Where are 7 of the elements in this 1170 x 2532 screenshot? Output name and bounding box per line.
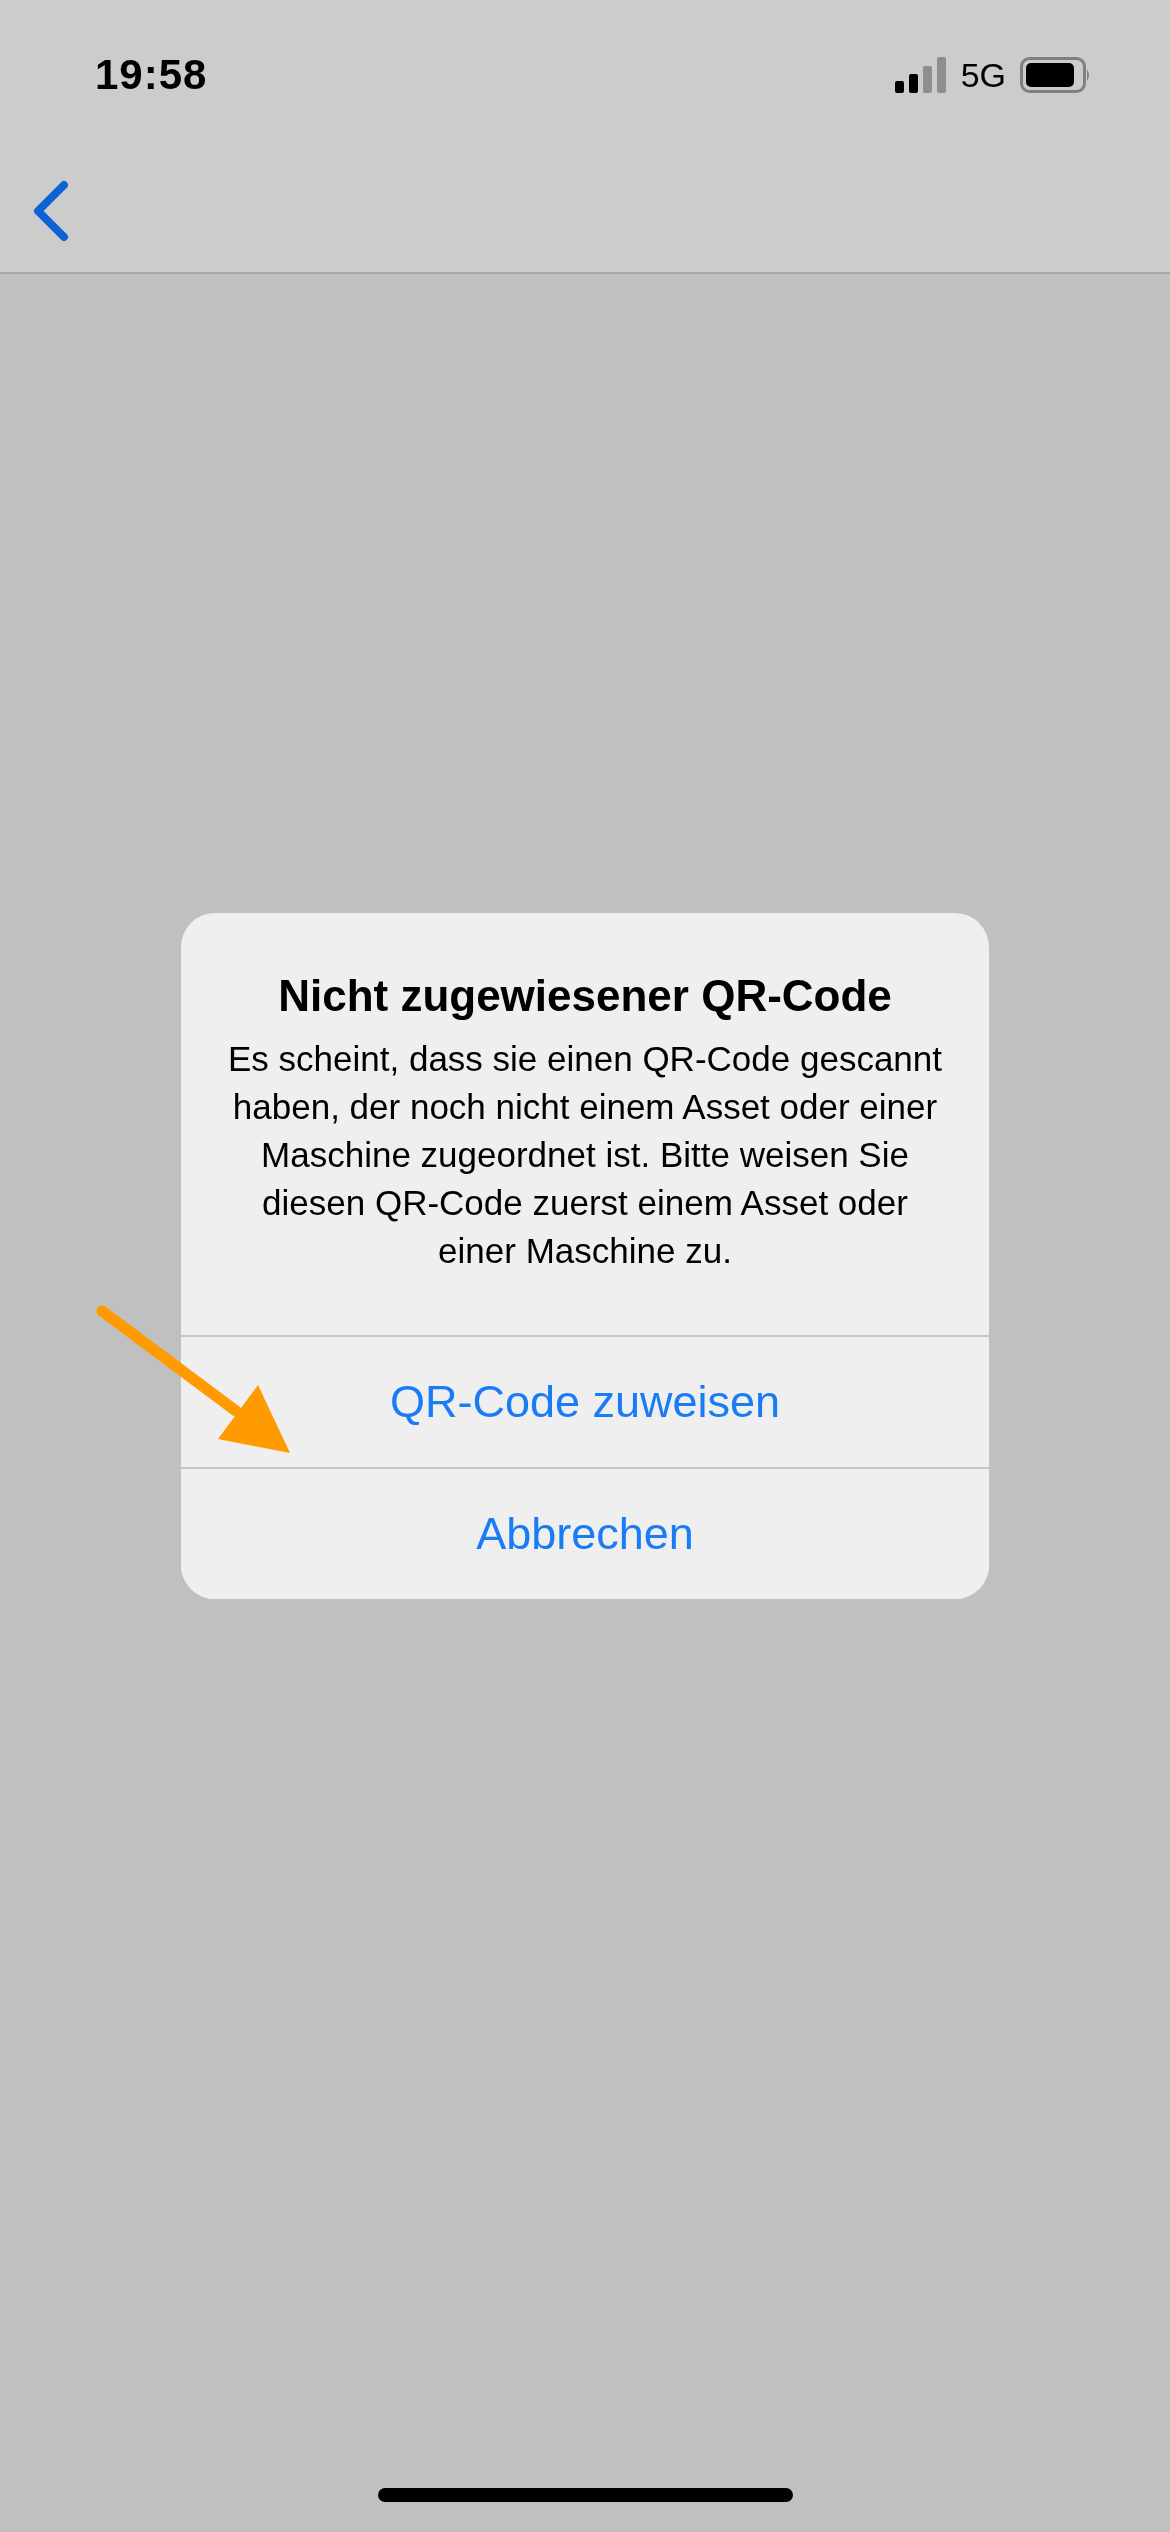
battery-icon xyxy=(1020,57,1092,93)
status-time: 19:58 xyxy=(95,51,208,99)
dialog-title: Nicht zugewiesener QR-Code xyxy=(278,971,892,1021)
signal-icon xyxy=(894,57,947,93)
dialog-action-button[interactable]: Abbrechen xyxy=(181,1467,989,1599)
dialog-message: Es scheint, dass sie einen QR-Code gescannt haben, der noch nicht einem Asset oder einer Maschine zugeordnet ist. Bitte weisen Sie diesen QR-Code zuerst einem Asset oder einer Maschine zu. xyxy=(227,1038,943,1272)
network-label: 5G xyxy=(960,55,1006,95)
